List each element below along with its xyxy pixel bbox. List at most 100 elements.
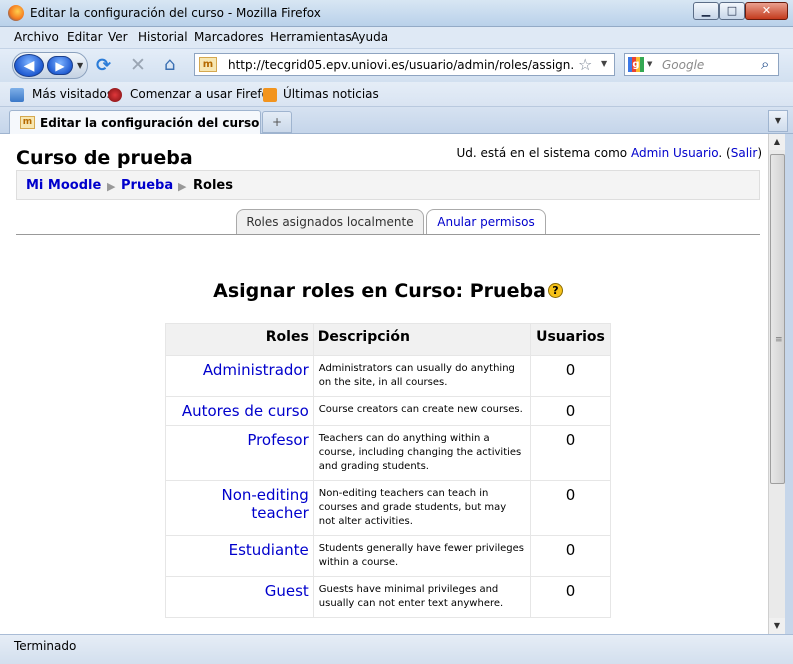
role-link[interactable]: Administrador	[165, 355, 314, 397]
role-description: Administrators can usually do anything o…	[312, 355, 532, 397]
home-icon[interactable]: ⌂	[164, 54, 175, 75]
help-icon[interactable]: ?	[547, 283, 563, 298]
role-user-count: 0	[530, 576, 611, 618]
bookmarks-toolbar: Más visitados Comenzar a usar Firefox Úl…	[0, 82, 793, 107]
navigation-toolbar: ◀ ▶ ▼ ⟳ ✕ ⌂ m http://tecgrid05.epv.uniov…	[0, 49, 793, 82]
firefox-bookmark-icon	[108, 88, 122, 102]
login-prefix: Ud. está en el sistema como	[456, 146, 631, 160]
tab-anular-permisos[interactable]: Anular permisos	[426, 209, 546, 235]
tab-list-dropdown-icon[interactable]: ▼	[768, 110, 788, 132]
rss-icon	[263, 88, 277, 102]
course-title: Curso de prueba	[16, 147, 193, 169]
menu-archivo[interactable]: Archivo	[14, 30, 59, 44]
window-title: Editar la configuración del curso - Mozi…	[30, 6, 321, 20]
search-box[interactable]: g ▼ Google ⌕	[624, 53, 779, 76]
menu-ver[interactable]: Ver	[108, 30, 128, 44]
role-link[interactable]: Autores de curso	[165, 396, 314, 426]
breadcrumb-mi-moodle[interactable]: Mi Moodle	[26, 178, 101, 193]
role-link[interactable]: Guest	[165, 576, 314, 618]
site-favicon-icon: m	[199, 57, 217, 72]
page-heading: Asignar roles en Curso: Prueba?	[8, 280, 768, 302]
scrollbar-grip-icon: ≡	[775, 335, 783, 345]
role-user-count: 0	[530, 355, 611, 397]
tab-editar-configuracion[interactable]: m Editar la configuración del curso	[9, 110, 261, 134]
menu-editar[interactable]: Editar	[67, 30, 103, 44]
window-titlebar: Editar la configuración del curso - Mozi…	[0, 0, 793, 27]
column-header-descripcion: Descripción	[312, 323, 532, 356]
close-button[interactable]: ✕	[745, 2, 788, 20]
status-text: Terminado	[14, 639, 77, 653]
column-header-roles: Roles	[165, 323, 314, 356]
menu-ayuda[interactable]: Ayuda	[351, 30, 388, 44]
breadcrumb-prueba[interactable]: Prueba	[121, 178, 173, 193]
tab-label: Editar la configuración del curso	[40, 116, 260, 130]
table-row: Autores de curso Course creators can cre…	[165, 396, 611, 426]
role-description: Course creators can create new courses.	[312, 396, 532, 426]
breadcrumb-separator-icon: ▶	[107, 180, 116, 193]
role-link[interactable]: Profesor	[165, 425, 314, 481]
window-border	[785, 134, 793, 634]
scroll-up-icon[interactable]: ▲	[769, 134, 785, 150]
bookmark-ultimas-noticias[interactable]: Últimas noticias	[283, 87, 379, 101]
role-link[interactable]: Estudiante	[165, 535, 314, 577]
url-dropdown-icon[interactable]: ▼	[601, 59, 607, 68]
tab-favicon-icon: m	[20, 116, 35, 129]
table-row: Profesor Teachers can do anything within…	[165, 425, 611, 481]
tabs-divider	[16, 234, 760, 235]
bookmark-mas-visitados[interactable]: Más visitados	[32, 87, 113, 101]
breadcrumb-roles: Roles	[193, 178, 233, 193]
bookmark-star-icon[interactable]: ☆	[578, 55, 592, 74]
roles-table: Roles Descripción Usuarios Administrador…	[165, 323, 611, 618]
role-link[interactable]: Non-editing teacher	[165, 480, 314, 536]
role-description: Non-editing teachers can teach in course…	[312, 480, 532, 536]
tab-strip: m Editar la configuración del curso + ▼	[0, 107, 793, 134]
logout-link[interactable]: Salir	[731, 146, 758, 160]
table-row: Estudiante Students generally have fewer…	[165, 535, 611, 577]
role-user-count: 0	[530, 480, 611, 536]
stop-icon[interactable]: ✕	[130, 54, 146, 76]
url-input[interactable]: http://tecgrid05.epv.uniovi.es/usuario/a…	[228, 58, 573, 72]
scroll-down-icon[interactable]: ▼	[769, 618, 785, 634]
search-engine-dropdown-icon[interactable]: ▼	[647, 60, 652, 68]
column-header-usuarios: Usuarios	[530, 323, 611, 356]
vertical-scrollbar[interactable]: ▲ ≡ ▼	[768, 134, 785, 634]
minimize-button[interactable]: ▁	[693, 2, 719, 20]
search-input[interactable]: Google	[662, 58, 704, 72]
menu-bar: Archivo Editar Ver Historial Marcadores …	[0, 27, 793, 49]
login-close: )	[757, 146, 762, 160]
role-user-count: 0	[530, 396, 611, 426]
page-content: Curso de prueba Ud. está en el sistema c…	[8, 134, 768, 634]
bookmark-comenzar-firefox[interactable]: Comenzar a usar Firefox	[130, 87, 276, 101]
table-header-row: Roles Descripción Usuarios	[165, 323, 611, 356]
back-button[interactable]: ◀	[14, 54, 44, 77]
login-dot: . (	[718, 146, 731, 160]
firefox-icon	[8, 5, 24, 21]
status-bar: Terminado	[0, 634, 793, 664]
new-tab-button[interactable]: +	[262, 111, 292, 133]
url-bar[interactable]: m http://tecgrid05.epv.uniovi.es/usuario…	[194, 53, 615, 76]
tab-roles-asignados[interactable]: Roles asignados localmente	[236, 209, 424, 235]
scrollbar-thumb[interactable]: ≡	[770, 154, 785, 484]
login-info: Ud. está en el sistema como Admin Usuari…	[457, 146, 762, 160]
breadcrumb-separator-icon: ▶	[178, 180, 187, 193]
bookmark-folder-icon	[10, 88, 24, 102]
role-description: Students generally have fewer privileges…	[312, 535, 532, 577]
menu-historial[interactable]: Historial	[138, 30, 188, 44]
history-dropdown-icon[interactable]: ▼	[77, 61, 83, 70]
user-profile-link[interactable]: Admin Usuario	[631, 146, 718, 160]
role-description: Teachers can do anything within a course…	[312, 425, 532, 481]
back-forward-group: ◀ ▶ ▼	[12, 52, 88, 79]
role-user-count: 0	[530, 535, 611, 577]
table-row: Administrador Administrators can usually…	[165, 355, 611, 397]
forward-button[interactable]: ▶	[47, 56, 73, 75]
menu-marcadores[interactable]: Marcadores	[194, 30, 264, 44]
heading-text: Asignar roles en Curso: Prueba	[213, 280, 546, 302]
menu-herramientas[interactable]: Herramientas	[270, 30, 352, 44]
google-icon[interactable]: g	[628, 57, 644, 72]
maximize-button[interactable]: □	[719, 2, 745, 20]
breadcrumb: Mi Moodle ▶ Prueba ▶ Roles	[16, 170, 760, 200]
reload-icon[interactable]: ⟳	[96, 55, 111, 76]
role-description: Guests have minimal privileges and usual…	[312, 576, 532, 618]
table-row: Guest Guests have minimal privileges and…	[165, 576, 611, 618]
search-icon[interactable]: ⌕	[761, 55, 769, 73]
